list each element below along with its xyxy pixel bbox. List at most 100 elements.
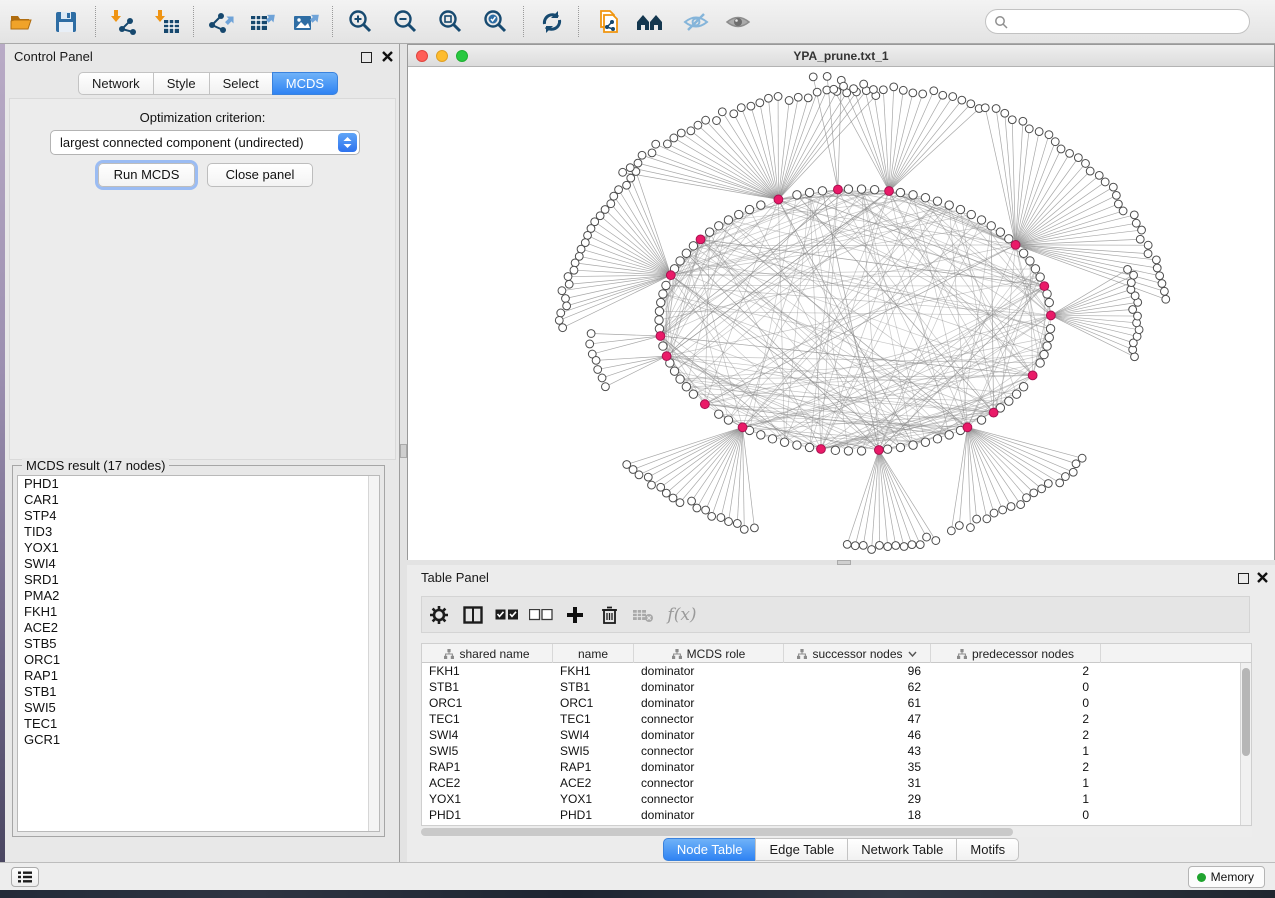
column-header-name[interactable]: name xyxy=(553,644,634,663)
splitter-grip[interactable] xyxy=(400,444,407,458)
tab-select[interactable]: Select xyxy=(209,72,273,95)
mcds-node-item[interactable]: SWI4 xyxy=(18,556,379,572)
control-panel-title: Control Panel xyxy=(14,49,93,64)
column-header-predecessor-nodes[interactable]: predecessor nodes xyxy=(931,644,1101,663)
mcds-node-item[interactable]: SWI5 xyxy=(18,700,379,716)
open-file-button[interactable] xyxy=(2,3,40,41)
mcds-node-item[interactable]: STP4 xyxy=(18,508,379,524)
zoom-in-button[interactable] xyxy=(342,3,380,41)
mcds-node-item[interactable]: GCR1 xyxy=(18,732,379,748)
table-vertical-scrollbar[interactable] xyxy=(1240,663,1251,825)
run-mcds-button[interactable]: Run MCDS xyxy=(98,163,195,187)
cell-predecessor-nodes: 2 xyxy=(931,711,1101,727)
mcds-node-item[interactable]: TID3 xyxy=(18,524,379,540)
select-stepper-icon xyxy=(338,133,357,152)
mcds-panel: Optimization criterion: largest connecte… xyxy=(9,98,396,460)
table-row[interactable]: ORC1ORC1dominator610 xyxy=(422,695,1101,711)
show-panels-button[interactable] xyxy=(11,867,39,887)
add-column-button[interactable] xyxy=(558,600,592,630)
table-row[interactable]: STB1STB1dominator620 xyxy=(422,679,1101,695)
table-horizontal-scrollbar[interactable] xyxy=(421,827,1252,837)
table-row[interactable]: ACE2ACE2connector311 xyxy=(422,775,1101,791)
float-panel-icon[interactable] xyxy=(361,52,372,63)
close-panel-button[interactable]: Close panel xyxy=(207,163,313,187)
mcds-result-list[interactable]: PHD1CAR1STP4TID3YOX1SWI4SRD1PMA2FKH1ACE2… xyxy=(17,475,380,832)
float-panel-icon[interactable] xyxy=(1238,573,1249,584)
result-list-scrollbar[interactable] xyxy=(368,476,379,831)
column-header-successor-nodes[interactable]: successor nodes xyxy=(784,644,931,663)
mcds-node-item[interactable]: STB1 xyxy=(18,684,379,700)
first-neighbors-button[interactable] xyxy=(631,3,669,41)
toolbar-separator xyxy=(523,6,524,37)
mcds-node-item[interactable]: ORC1 xyxy=(18,652,379,668)
refresh-layout-button[interactable] xyxy=(533,3,571,41)
cell-predecessor-nodes: 2 xyxy=(931,727,1101,743)
mcds-node-item[interactable]: RAP1 xyxy=(18,668,379,684)
export-network-button[interactable] xyxy=(202,3,240,41)
tab-node-table[interactable]: Node Table xyxy=(663,838,757,861)
zoom-fit-button[interactable] xyxy=(432,3,470,41)
mcds-node-item[interactable]: PMA2 xyxy=(18,588,379,604)
columns-icon xyxy=(463,606,483,624)
column-header-mcds-role[interactable]: MCDS role xyxy=(634,644,784,663)
mcds-node-item[interactable]: ACE2 xyxy=(18,620,379,636)
criterion-value: largest connected component (undirected) xyxy=(60,135,304,150)
scrollbar-thumb[interactable] xyxy=(1242,668,1250,756)
save-session-button[interactable] xyxy=(47,3,85,41)
close-panel-icon[interactable] xyxy=(381,50,394,63)
close-panel-icon[interactable] xyxy=(1256,571,1269,584)
mcds-node-item[interactable]: YOX1 xyxy=(18,540,379,556)
table-row[interactable]: YOX1YOX1connector291 xyxy=(422,791,1101,807)
cell-name: ACE2 xyxy=(553,775,634,791)
mcds-node-item[interactable]: STB5 xyxy=(18,636,379,652)
tab-edge-table[interactable]: Edge Table xyxy=(755,838,848,861)
table-row[interactable]: SWI4SWI4dominator462 xyxy=(422,727,1101,743)
copy-network-button[interactable] xyxy=(589,3,627,41)
tab-style[interactable]: Style xyxy=(153,72,210,95)
cell-shared-name: FKH1 xyxy=(422,663,553,679)
export-image-button[interactable] xyxy=(287,3,325,41)
import-table-button[interactable] xyxy=(148,3,186,41)
column-header-shared-name[interactable]: shared name xyxy=(422,644,553,663)
node-table[interactable]: shared namenameMCDS rolesuccessor nodesp… xyxy=(421,643,1252,826)
criterion-select[interactable]: largest connected component (undirected) xyxy=(50,130,360,155)
zoom-out-button[interactable] xyxy=(387,3,425,41)
memory-button[interactable]: Memory xyxy=(1188,866,1265,888)
mcds-node-item[interactable]: CAR1 xyxy=(18,492,379,508)
cell-name: PHD1 xyxy=(553,807,634,823)
deselect-all-rows-button[interactable] xyxy=(524,600,558,630)
zoom-selected-button[interactable] xyxy=(477,3,515,41)
table-row[interactable]: FKH1FKH1dominator962 xyxy=(422,663,1101,679)
houses-icon xyxy=(635,9,665,35)
delete-column-button[interactable] xyxy=(592,600,626,630)
network-window-titlebar[interactable]: YPA_prune.txt_1 xyxy=(408,45,1274,67)
tab-motifs[interactable]: Motifs xyxy=(956,838,1019,861)
show-all-button[interactable] xyxy=(719,3,757,41)
select-all-rows-button[interactable] xyxy=(490,600,524,630)
column-type-icon xyxy=(444,649,454,659)
tab-network[interactable]: Network xyxy=(78,72,154,95)
table-settings-button[interactable] xyxy=(422,600,456,630)
scrollbar-thumb[interactable] xyxy=(421,828,1013,836)
network-canvas[interactable] xyxy=(408,67,1274,560)
network-graph[interactable] xyxy=(408,67,1274,560)
trash-icon xyxy=(601,605,618,625)
cell-predecessor-nodes: 0 xyxy=(931,695,1101,711)
table-row[interactable]: RAP1RAP1dominator352 xyxy=(422,759,1101,775)
mcds-node-item[interactable]: PHD1 xyxy=(18,476,379,492)
vertical-splitter[interactable] xyxy=(400,44,407,862)
search-input[interactable] xyxy=(1014,12,1239,31)
mcds-node-item[interactable]: TEC1 xyxy=(18,716,379,732)
gear-icon xyxy=(429,605,449,625)
table-row[interactable]: SWI5SWI5connector431 xyxy=(422,743,1101,759)
hide-selected-button[interactable] xyxy=(677,3,715,41)
table-row[interactable]: TEC1TEC1connector472 xyxy=(422,711,1101,727)
tab-mcds[interactable]: MCDS xyxy=(272,72,338,95)
show-columns-button[interactable] xyxy=(456,600,490,630)
export-table-button[interactable] xyxy=(244,3,282,41)
mcds-node-item[interactable]: SRD1 xyxy=(18,572,379,588)
import-network-button[interactable] xyxy=(104,3,142,41)
mcds-node-item[interactable]: FKH1 xyxy=(18,604,379,620)
table-row[interactable]: PHD1PHD1dominator180 xyxy=(422,807,1101,823)
tab-network-table[interactable]: Network Table xyxy=(847,838,957,861)
